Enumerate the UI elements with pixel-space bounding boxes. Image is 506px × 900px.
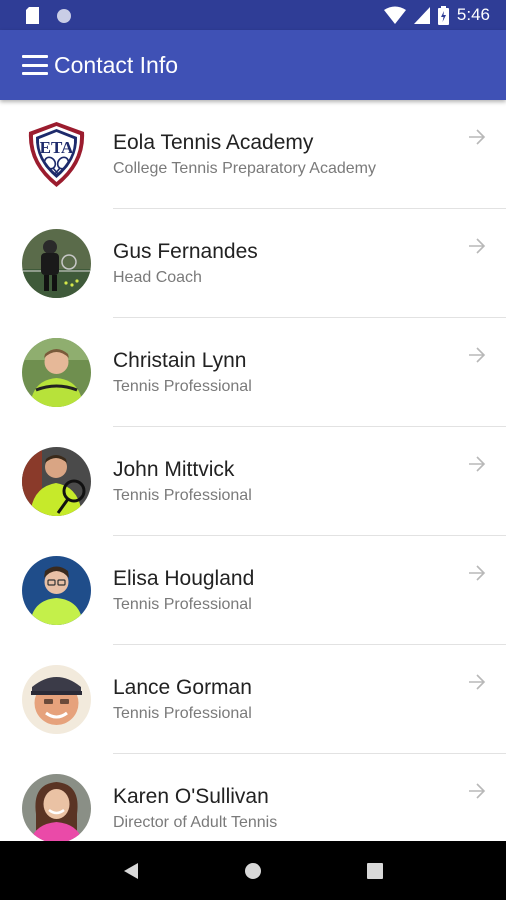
- cell-signal-icon: [413, 6, 430, 24]
- navigation-bar: [0, 841, 506, 900]
- arrow-right-icon[interactable]: [466, 562, 488, 584]
- contact-name: Gus Fernandes: [113, 240, 258, 263]
- contact-name: Karen O'Sullivan: [113, 785, 269, 808]
- list-item[interactable]: Christain Lynn Tennis Professional: [0, 318, 506, 427]
- avatar: [22, 665, 91, 734]
- arrow-right-icon[interactable]: [466, 671, 488, 693]
- contact-subtitle: Tennis Professional: [113, 378, 252, 395]
- avatar: [22, 447, 91, 516]
- recents-icon[interactable]: [360, 856, 390, 886]
- academy-logo: ETA: [22, 120, 91, 189]
- page-title: Contact Info: [54, 51, 179, 78]
- contact-name: Eola Tennis Academy: [113, 131, 314, 154]
- list-item[interactable]: Karen O'Sullivan Director of Adult Tenni…: [0, 754, 506, 841]
- contact-list: ETA Eola Tennis Academy College Tennis P…: [0, 100, 506, 841]
- list-item[interactable]: Lance Gorman Tennis Professional: [0, 645, 506, 754]
- circle-notification-icon: [57, 8, 71, 23]
- arrow-right-icon[interactable]: [466, 453, 488, 475]
- wifi-icon: [383, 6, 406, 24]
- contact-subtitle: Tennis Professional: [113, 705, 252, 722]
- app-bar: Contact Info: [0, 30, 506, 100]
- avatar: [22, 774, 91, 841]
- back-icon[interactable]: [116, 856, 146, 886]
- logo-text: ETA: [40, 138, 74, 157]
- arrow-right-icon[interactable]: [466, 344, 488, 366]
- list-item[interactable]: Gus Fernandes Head Coach: [0, 209, 506, 318]
- status-bar: 5:46: [0, 0, 506, 30]
- contact-name: Christain Lynn: [113, 349, 247, 372]
- arrow-right-icon[interactable]: [466, 126, 488, 148]
- battery-icon: [437, 5, 449, 25]
- contact-subtitle: Head Coach: [113, 269, 202, 286]
- list-item[interactable]: Elisa Hougland Tennis Professional: [0, 536, 506, 645]
- status-time: 5:46: [456, 5, 490, 24]
- contact-name: John Mittvick: [113, 458, 235, 481]
- list-item[interactable]: John Mittvick Tennis Professional: [0, 427, 506, 536]
- menu-icon[interactable]: [22, 55, 48, 75]
- avatar: [22, 556, 91, 625]
- arrow-right-icon[interactable]: [466, 235, 488, 257]
- contact-subtitle: Tennis Professional: [113, 596, 252, 613]
- arrow-right-icon[interactable]: [466, 780, 488, 802]
- sd-card-icon: [26, 7, 39, 24]
- contact-name: Elisa Hougland: [113, 567, 255, 590]
- home-icon[interactable]: [238, 856, 268, 886]
- avatar: [22, 338, 91, 407]
- contact-subtitle: College Tennis Preparatory Academy: [113, 160, 376, 177]
- list-item[interactable]: ETA Eola Tennis Academy College Tennis P…: [0, 100, 506, 209]
- contact-subtitle: Tennis Professional: [113, 487, 252, 504]
- contact-subtitle: Director of Adult Tennis: [113, 814, 278, 831]
- avatar: [22, 229, 91, 298]
- contact-name: Lance Gorman: [113, 676, 252, 699]
